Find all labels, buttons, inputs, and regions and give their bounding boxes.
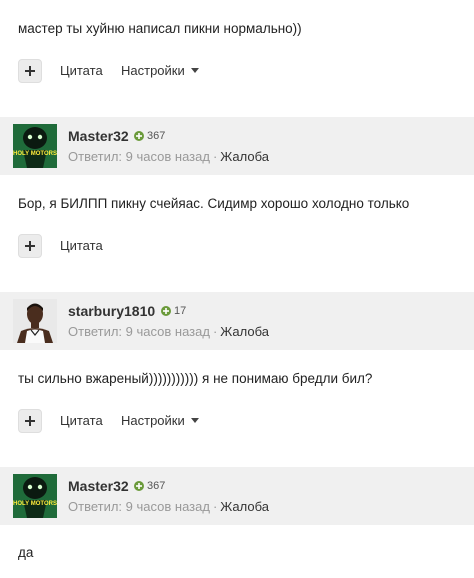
post-time: Ответил: 9 часов назад (68, 324, 210, 339)
quote-link[interactable]: Цитата (60, 238, 103, 253)
chevron-down-icon (190, 418, 199, 423)
reputation-badge: 367 (134, 480, 165, 492)
complaint-link[interactable]: Жалоба (220, 149, 269, 164)
quote-link[interactable]: Цитата (60, 413, 103, 428)
avatar-text: HOLY MOTORS (13, 151, 57, 157)
reputation-plus-icon (161, 306, 171, 316)
avatar[interactable]: HOLY MOTORS (13, 124, 57, 168)
plus-button[interactable] (18, 59, 42, 83)
post-meta: Ответил: 9 часов назад · Жалоба (68, 499, 269, 514)
plus-icon (25, 66, 35, 76)
username[interactable]: starbury1810 (68, 303, 155, 319)
quote-link[interactable]: Цитата (60, 63, 103, 78)
post-header (0, 467, 474, 525)
plus-icon (25, 241, 35, 251)
settings-dropdown[interactable]: Настройки (121, 63, 199, 78)
complaint-link[interactable]: Жалоба (220, 324, 269, 339)
plus-button[interactable] (18, 409, 42, 433)
username[interactable]: Master32 (68, 128, 129, 144)
chevron-down-icon (190, 68, 199, 73)
post-meta: Ответил: 9 часов назад · Жалоба (68, 149, 269, 164)
post-meta: Ответил: 9 часов назад · Жалоба (68, 324, 269, 339)
post-body: ты сильно вжареный))))))))))) я не поним… (18, 371, 373, 386)
settings-dropdown[interactable]: Настройки (121, 413, 199, 428)
reputation-count: 367 (147, 480, 166, 492)
post-body: мастер ты хуйню написал пикни нормально)… (18, 21, 302, 36)
post-header (0, 292, 474, 350)
complaint-link[interactable]: Жалоба (220, 499, 269, 514)
reputation-count: 17 (174, 305, 187, 317)
post-body: Бор, я БИЛПП пикну счейяас. Сидимр хорош… (18, 196, 410, 211)
avatar[interactable]: HOLY MOTORS (13, 474, 57, 518)
reputation-count: 367 (147, 130, 166, 142)
post-body: да (18, 545, 34, 560)
post-time: Ответил: 9 часов назад (68, 499, 210, 514)
settings-label: Настройки (121, 413, 185, 428)
reputation-badge: 367 (134, 130, 165, 142)
reputation-plus-icon (134, 481, 144, 491)
plus-button[interactable] (18, 234, 42, 258)
plus-icon (25, 416, 35, 426)
post-header (0, 117, 474, 175)
post-time: Ответил: 9 часов назад (68, 149, 210, 164)
reputation-badge: 17 (161, 305, 186, 317)
reputation-plus-icon (134, 131, 144, 141)
username[interactable]: Master32 (68, 478, 129, 494)
avatar[interactable] (13, 299, 57, 343)
settings-label: Настройки (121, 63, 185, 78)
avatar-text: HOLY MOTORS (13, 501, 57, 507)
